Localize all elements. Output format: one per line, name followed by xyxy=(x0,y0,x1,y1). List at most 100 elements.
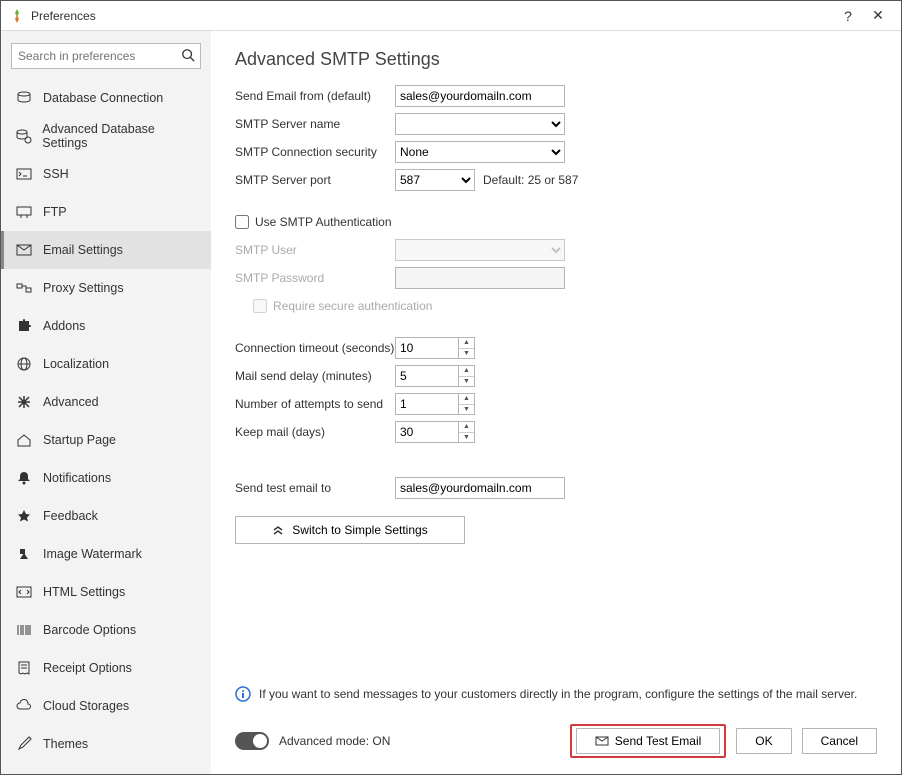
spin-down-icon[interactable]: ▼ xyxy=(459,377,474,387)
globe-icon xyxy=(15,355,33,373)
sidebar-item-cloud-storages[interactable]: Cloud Storages xyxy=(1,687,211,725)
page-title: Advanced SMTP Settings xyxy=(235,49,877,70)
input-test-to[interactable] xyxy=(395,477,565,499)
database-gear-icon xyxy=(15,127,32,145)
label-smtp-user: SMTP User xyxy=(235,243,395,257)
footer: Advanced mode: ON Send Test Email OK Can… xyxy=(235,716,877,764)
sidebar-item-label: Barcode Options xyxy=(43,623,136,637)
cancel-button[interactable]: Cancel xyxy=(802,728,877,754)
spin-down-icon[interactable]: ▼ xyxy=(459,349,474,359)
sidebar-item-email-settings[interactable]: Email Settings xyxy=(1,231,211,269)
advanced-mode-toggle[interactable] xyxy=(235,732,269,750)
select-server-port[interactable]: 587 xyxy=(395,169,475,191)
spin-down-icon[interactable]: ▼ xyxy=(459,433,474,443)
help-button[interactable]: ? xyxy=(833,8,863,24)
search-input[interactable] xyxy=(11,43,201,69)
sidebar-item-label: Database Connection xyxy=(43,91,163,105)
switch-simple-label: Switch to Simple Settings xyxy=(292,523,427,537)
checkbox-req-secure xyxy=(253,299,267,313)
preferences-window: Preferences ? ✕ Database Connection xyxy=(0,0,902,775)
sidebar-item-startup-page[interactable]: Startup Page xyxy=(1,421,211,459)
row-keep: Keep mail (days) ▲▼ xyxy=(235,420,877,444)
send-test-email-highlight: Send Test Email xyxy=(570,724,727,758)
sidebar-item-ftp[interactable]: FTP xyxy=(1,193,211,231)
barcode-icon xyxy=(15,621,33,639)
label-smtp-pass: SMTP Password xyxy=(235,271,395,285)
sidebar-item-advanced[interactable]: Advanced xyxy=(1,383,211,421)
search-box xyxy=(11,43,201,69)
checkbox-use-auth[interactable] xyxy=(235,215,249,229)
sidebar-item-ssh[interactable]: SSH xyxy=(1,155,211,193)
sidebar-item-notifications[interactable]: Notifications xyxy=(1,459,211,497)
spin-up-icon[interactable]: ▲ xyxy=(459,338,474,349)
sidebar-item-label: Addons xyxy=(43,319,85,333)
spinner-timeout: ▲▼ xyxy=(395,337,475,359)
envelope-icon xyxy=(15,241,33,259)
spin-up-icon[interactable]: ▲ xyxy=(459,394,474,405)
input-delay[interactable] xyxy=(395,365,459,387)
sidebar-item-label: Advanced Database Settings xyxy=(42,122,197,150)
receipt-icon xyxy=(15,659,33,677)
sidebar-item-label: Proxy Settings xyxy=(43,281,124,295)
sidebar-item-themes[interactable]: Themes xyxy=(1,725,211,763)
row-server-port: SMTP Server port 587 Default: 25 or 587 xyxy=(235,168,877,192)
label-use-auth: Use SMTP Authentication xyxy=(255,215,392,229)
select-conn-sec[interactable]: None xyxy=(395,141,565,163)
row-smtp-user: SMTP User xyxy=(235,238,877,262)
select-server-name[interactable] xyxy=(395,113,565,135)
sidebar-item-label: SSH xyxy=(43,167,69,181)
sidebar-item-label: Advanced xyxy=(43,395,99,409)
sidebar-item-receipt-options[interactable]: Receipt Options xyxy=(1,649,211,687)
spin-down-icon[interactable]: ▼ xyxy=(459,405,474,415)
info-icon xyxy=(235,686,251,702)
label-conn-sec: SMTP Connection security xyxy=(235,145,395,159)
send-test-email-button[interactable]: Send Test Email xyxy=(576,728,721,754)
label-timeout: Connection timeout (seconds) xyxy=(235,341,395,355)
bell-icon xyxy=(15,469,33,487)
input-keep[interactable] xyxy=(395,421,459,443)
row-conn-sec: SMTP Connection security None xyxy=(235,140,877,164)
spin-up-icon[interactable]: ▲ xyxy=(459,422,474,433)
spin-up-icon[interactable]: ▲ xyxy=(459,366,474,377)
ftp-icon xyxy=(15,203,33,221)
advanced-mode-label: Advanced mode: ON xyxy=(279,734,560,748)
close-button[interactable]: ✕ xyxy=(863,7,893,24)
star-icon xyxy=(15,507,33,525)
sidebar-item-label: Themes xyxy=(43,737,88,751)
sidebar-item-addons[interactable]: Addons xyxy=(1,307,211,345)
sidebar-item-label: Feedback xyxy=(43,509,98,523)
sidebar-item-html-settings[interactable]: HTML Settings xyxy=(1,573,211,611)
label-server-port: SMTP Server port xyxy=(235,173,395,187)
sidebar-item-label: Startup Page xyxy=(43,433,116,447)
proxy-icon xyxy=(15,279,33,297)
sidebar-item-localization[interactable]: Localization xyxy=(1,345,211,383)
ok-button[interactable]: OK xyxy=(736,728,791,754)
row-attempts: Number of attempts to send ▲▼ xyxy=(235,392,877,416)
sidebar-item-image-watermark[interactable]: Image Watermark xyxy=(1,535,211,573)
sidebar-item-database-connection[interactable]: Database Connection xyxy=(1,79,211,117)
sidebar-item-barcode-options[interactable]: Barcode Options xyxy=(1,611,211,649)
envelope-icon xyxy=(595,734,609,748)
input-smtp-pass xyxy=(395,267,565,289)
row-switch-simple: Switch to Simple Settings xyxy=(235,518,877,542)
send-test-label: Send Test Email xyxy=(615,734,702,748)
label-send-from: Send Email from (default) xyxy=(235,89,395,103)
spinner-attempts: ▲▼ xyxy=(395,393,475,415)
titlebar: Preferences ? ✕ xyxy=(1,1,901,31)
window-title: Preferences xyxy=(31,9,833,23)
switch-to-simple-button[interactable]: Switch to Simple Settings xyxy=(235,516,465,544)
sidebar-item-label: Image Watermark xyxy=(43,547,142,561)
sidebar-item-feedback[interactable]: Feedback xyxy=(1,497,211,535)
sidebar-item-label: Cloud Storages xyxy=(43,699,129,713)
sidebar-item-proxy-settings[interactable]: Proxy Settings xyxy=(1,269,211,307)
sidebar-item-advanced-database[interactable]: Advanced Database Settings xyxy=(1,117,211,155)
sidebar-item-label: Email Settings xyxy=(43,243,123,257)
input-send-from[interactable] xyxy=(395,85,565,107)
label-server-name: SMTP Server name xyxy=(235,117,395,131)
search-icon[interactable] xyxy=(181,48,195,62)
input-timeout[interactable] xyxy=(395,337,459,359)
input-attempts[interactable] xyxy=(395,393,459,415)
spinner-keep: ▲▼ xyxy=(395,421,475,443)
label-req-secure: Require secure authentication xyxy=(273,299,432,313)
row-test-to: Send test email to xyxy=(235,476,877,500)
